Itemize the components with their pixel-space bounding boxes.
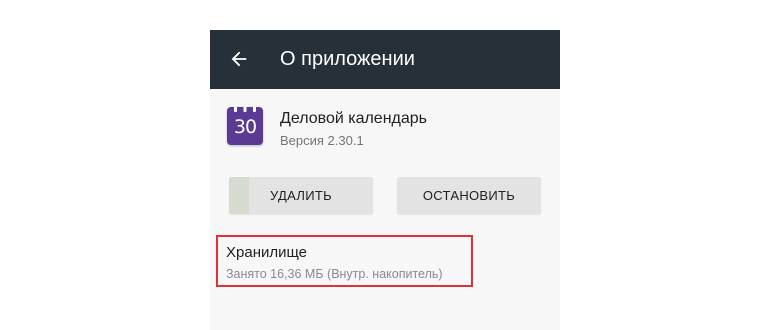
calendar-icon-day: 30 (233, 116, 257, 138)
app-info-screen: О приложении 30 Деловой календарь Версия… (210, 30, 560, 330)
app-header: 30 Деловой календарь Версия 2.30.1 (210, 89, 560, 179)
storage-summary: Занято 16,36 МБ (Внутр. накопитель) (226, 267, 443, 281)
app-version: Версия 2.30.1 (280, 133, 364, 148)
storage-item[interactable]: Хранилище Занято 16,36 МБ (Внутр. накопи… (210, 230, 560, 290)
uninstall-button-label: УДАЛИТЬ (270, 188, 332, 203)
page-title: О приложении (280, 48, 415, 70)
force-stop-button-label: ОСТАНОВИТЬ (422, 188, 516, 203)
calendar-rings-icon (234, 107, 256, 112)
calendar-icon: 30 (227, 107, 263, 145)
app-name: Деловой календарь (280, 110, 428, 127)
uninstall-button[interactable]: УДАЛИТЬ (229, 177, 373, 214)
storage-title: Хранилище (226, 244, 307, 261)
uninstall-button-ripple (229, 177, 249, 214)
arrow-back-icon[interactable] (228, 48, 250, 70)
force-stop-button[interactable]: ОСТАНОВИТЬ (397, 177, 541, 214)
app-bar: О приложении (210, 30, 560, 89)
